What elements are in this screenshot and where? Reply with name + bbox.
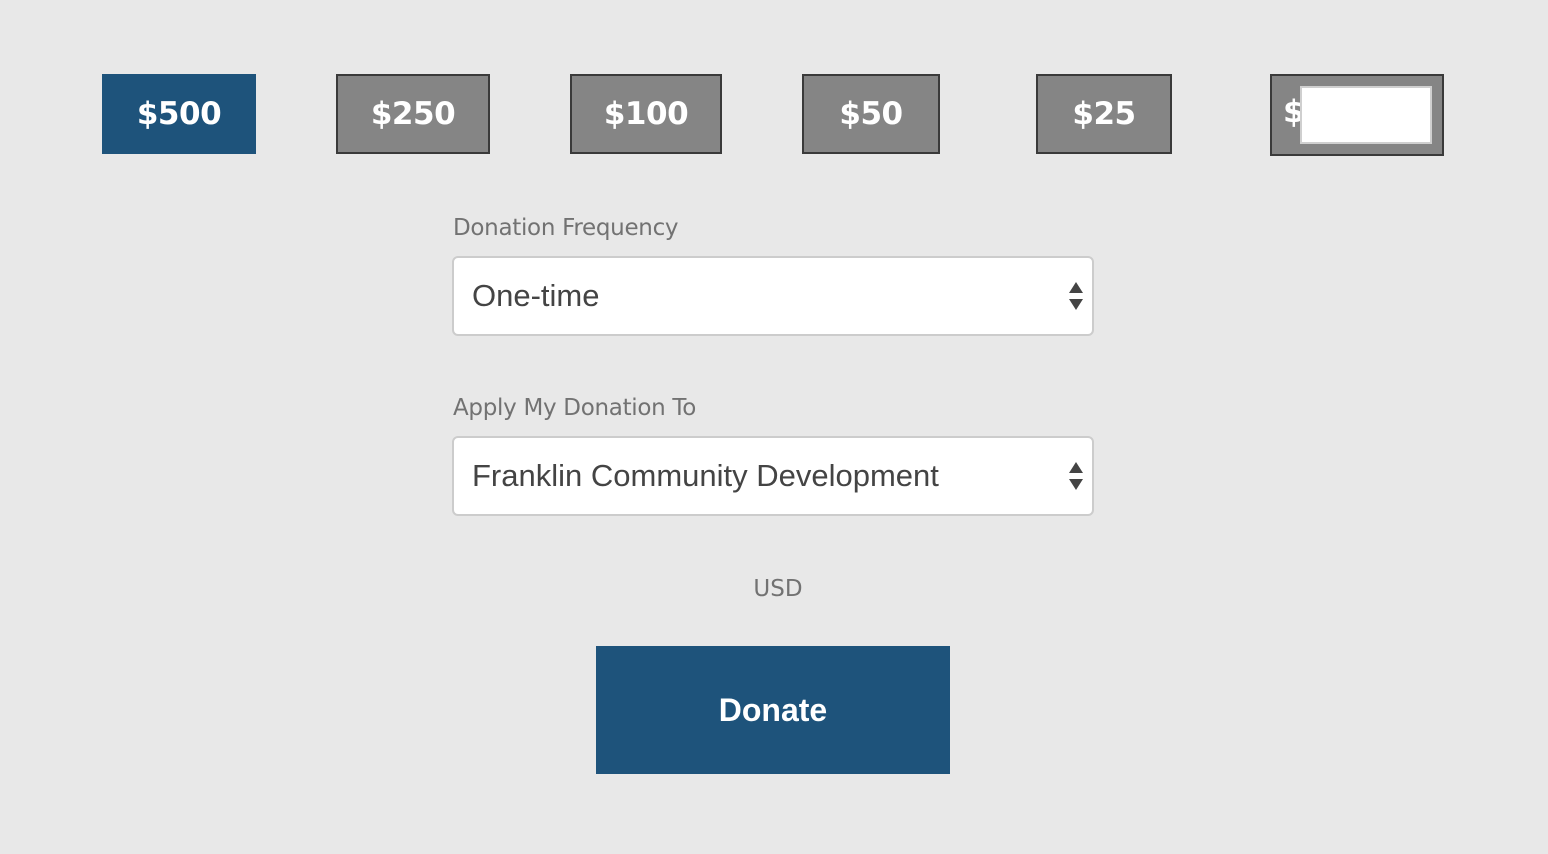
- amount-button-500[interactable]: $500: [102, 74, 256, 154]
- custom-amount-box: $: [1270, 74, 1444, 156]
- select-arrows-icon: [1069, 462, 1083, 490]
- designation-label: Apply My Donation To: [453, 395, 697, 421]
- custom-amount-input[interactable]: [1300, 86, 1432, 144]
- amount-button-100[interactable]: $100: [570, 74, 722, 154]
- frequency-select[interactable]: One-time: [452, 256, 1094, 336]
- amount-button-50[interactable]: $50: [802, 74, 940, 154]
- designation-selected-value: Franklin Community Development: [472, 458, 939, 493]
- currency-label: USD: [753, 576, 803, 602]
- frequency-selected-value: One-time: [472, 278, 600, 313]
- amount-button-250[interactable]: $250: [336, 74, 490, 154]
- donate-button[interactable]: Donate: [596, 646, 950, 774]
- frequency-label: Donation Frequency: [453, 215, 679, 241]
- donation-form: $500 $250 $100 $50 $25 $ Donation Freque…: [0, 0, 1548, 854]
- amount-button-25[interactable]: $25: [1036, 74, 1172, 154]
- select-arrows-icon: [1069, 282, 1083, 310]
- designation-select[interactable]: Franklin Community Development: [452, 436, 1094, 516]
